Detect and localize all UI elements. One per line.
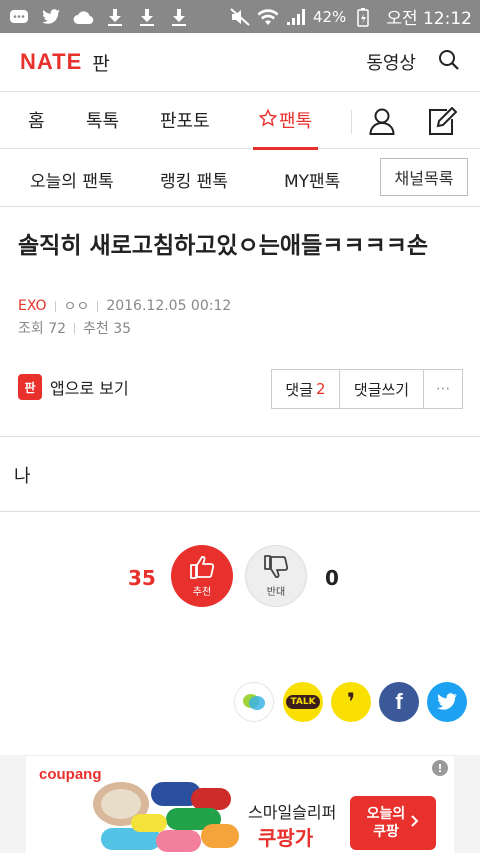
nate-logo[interactable]: NATE <box>20 49 82 75</box>
recommend-label: 추천 <box>192 587 212 598</box>
post-body: 나 <box>14 466 31 487</box>
write-comment-button[interactable]: 댓글쓰기 <box>340 370 424 408</box>
post-author: ㅇㅇ <box>63 299 90 315</box>
tab-fantalk[interactable]: 팬톡 <box>252 92 319 150</box>
thumbs-up-icon <box>188 554 216 583</box>
tab-label: 홈 <box>28 111 45 132</box>
twitter-notification-icon <box>40 7 62 27</box>
tab-toktok[interactable]: 톡톡 <box>86 92 119 149</box>
chat-icon <box>8 7 30 27</box>
star-icon <box>258 108 278 132</box>
search-icon[interactable] <box>438 49 460 76</box>
open-in-app-link[interactable]: 판 앱으로 보기 <box>18 374 129 400</box>
coupang-ad-banner[interactable]: coupang 스마일슬리퍼 쿠팡가 오늘의 쿠팡 ! <box>26 755 454 853</box>
divider <box>0 436 480 437</box>
share-line-icon[interactable] <box>234 682 274 722</box>
post-channel[interactable]: EXO <box>18 298 47 314</box>
tab-home[interactable]: 홈 <box>28 92 45 149</box>
signal-icon <box>285 7 307 27</box>
mute-icon <box>229 7 251 27</box>
open-in-app-label: 앱으로 보기 <box>50 379 129 398</box>
video-link[interactable]: 동영상 <box>366 49 416 75</box>
post-stats: 조회 72 추천 35 <box>18 318 131 338</box>
subnav-ranking-fantalk[interactable]: 랭킹 팬톡 <box>160 167 228 192</box>
channel-list-button[interactable]: 채널목록 <box>380 158 468 196</box>
kakaotalk-text: TALK <box>286 695 320 709</box>
share-twitter-icon[interactable] <box>427 682 467 722</box>
recommend-count: 추천 35 <box>83 321 132 337</box>
chevron-right-icon <box>411 814 419 832</box>
share-facebook-icon[interactable]: f <box>379 682 419 722</box>
pann-app-icon: 판 <box>18 374 42 400</box>
slippers-image <box>93 782 239 852</box>
download-icon <box>168 7 190 27</box>
share-kakaotalk-icon[interactable]: TALK <box>283 682 323 722</box>
ad-margin <box>0 755 26 853</box>
tab-panphoto[interactable]: 판포토 <box>160 92 210 149</box>
ad-subheadline: 쿠팡가 <box>258 826 314 850</box>
share-kakaostory-icon[interactable]: ❜ <box>331 682 371 722</box>
cloud-icon <box>72 7 94 27</box>
download-icon <box>104 7 126 27</box>
post-meta: EXO ㅇㅇ 2016.12.05 00:12 <box>18 296 231 316</box>
oppose-button[interactable]: 반대 <box>245 545 307 607</box>
fantalk-subnav: 오늘의 팬톡 랭킹 팬톡 MY팬톡 채널목록 <box>0 149 480 207</box>
main-tabs: 홈 톡톡 판포토 팬톡 <box>0 91 480 150</box>
post-title: 솔직히 새로고침하고있ㅇ는애들ㅋㅋㅋㅋ손 <box>18 233 429 259</box>
tab-label: 팬톡 <box>279 111 313 132</box>
battery-icon <box>352 7 374 27</box>
comments-label: 댓글 <box>285 380 314 399</box>
ad-headline: 스마일슬리퍼 <box>248 803 337 822</box>
ad-margin <box>454 755 480 853</box>
oppose-number: 0 <box>325 566 339 590</box>
ad-cta-label: 오늘의 쿠팡 <box>366 806 406 840</box>
download-icon <box>136 7 158 27</box>
oppose-label: 반대 <box>266 587 286 598</box>
write-post-icon[interactable] <box>412 92 472 150</box>
recommend-button[interactable]: 추천 <box>171 545 233 607</box>
meta-divider <box>54 300 56 312</box>
status-bar: 42% 오전 12:12 <box>0 0 480 33</box>
comments-button[interactable]: 댓글 2 <box>272 370 340 408</box>
subnav-my-fantalk[interactable]: MY팬톡 <box>284 167 340 192</box>
my-profile-icon[interactable] <box>352 92 412 150</box>
tab-label: 톡톡 <box>86 111 120 132</box>
ad-info-icon[interactable]: ! <box>432 760 448 776</box>
meta-divider <box>97 300 99 312</box>
post-date: 2016.12.05 00:12 <box>106 298 232 314</box>
clock: 오전 12:12 <box>386 9 472 29</box>
recommend-number: 35 <box>128 566 156 590</box>
ad-cta-button[interactable]: 오늘의 쿠팡 <box>350 796 436 850</box>
more-options-button[interactable]: ··· <box>424 370 462 408</box>
view-count: 조회 72 <box>18 321 67 337</box>
divider <box>0 511 480 512</box>
app-header: NATE 판 동영상 <box>0 33 480 91</box>
battery-percent: 42% <box>312 7 347 26</box>
pann-section-title[interactable]: 판 <box>92 49 109 76</box>
wifi-icon <box>257 7 279 27</box>
meta-divider <box>74 322 76 334</box>
subnav-today-fantalk[interactable]: 오늘의 팬톡 <box>30 167 114 192</box>
tab-label: 판포토 <box>160 111 210 132</box>
post-action-group: 댓글 2 댓글쓰기 ··· <box>271 369 463 409</box>
thumbs-down-icon <box>262 554 290 583</box>
comment-count: 2 <box>316 380 326 398</box>
